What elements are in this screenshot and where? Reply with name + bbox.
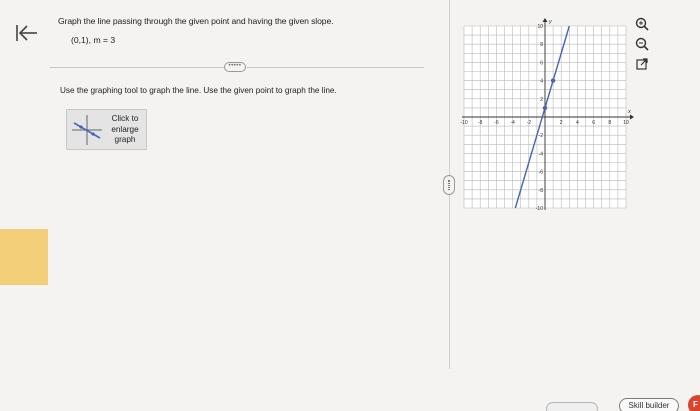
x-tick-label: -8 <box>478 120 483 126</box>
zoom-out-icon[interactable] <box>634 36 650 52</box>
status-badge[interactable]: F <box>688 395 700 411</box>
y-tick-label: 2 <box>540 97 543 103</box>
x-tick-label: 10 <box>623 120 629 126</box>
y-tick-label: -6 <box>539 170 544 176</box>
graph-toolbar <box>634 16 652 76</box>
enlarge-graph-button[interactable]: Click to enlarge graph <box>66 109 147 150</box>
panel-resize-handle[interactable] <box>443 175 455 195</box>
x-axis-label: x <box>627 109 631 115</box>
mini-graph-icon <box>72 115 102 145</box>
given-point-and-slope: (0,1), m = 3 <box>71 35 116 45</box>
x-tick-label: -2 <box>527 120 532 126</box>
x-tick-label: 2 <box>560 120 563 126</box>
back-arrow-icon[interactable] <box>14 22 40 44</box>
graph-point <box>542 105 548 111</box>
x-tick-label: 6 <box>592 120 595 126</box>
y-tick-label: -8 <box>539 188 544 194</box>
y-tick-label: 10 <box>537 24 543 30</box>
x-axis-arrow <box>630 114 634 120</box>
open-external-icon[interactable] <box>634 56 650 72</box>
instruction-text: Use the graphing tool to graph the line.… <box>60 86 337 95</box>
zoom-in-icon[interactable] <box>634 16 650 32</box>
graph-point <box>550 78 556 83</box>
question-panel: Graph the line passing through the given… <box>58 16 428 45</box>
left-highlight-bar <box>0 229 48 285</box>
section-divider: ••••• <box>50 62 424 72</box>
coordinate-graph[interactable]: x y -10 -8 -6 -4 -2 2 4 6 8 10 10 8 6 4 2 -2 -4 -6 -8 -10 <box>456 16 634 212</box>
x-tick-label: -4 <box>510 120 515 126</box>
skill-builder-button[interactable]: Skill builder <box>619 398 679 411</box>
x-tick-label: 8 <box>608 120 611 126</box>
y-tick-label: -4 <box>539 151 544 157</box>
y-tick-label: 6 <box>540 60 543 66</box>
question-prompt: Graph the line passing through the given… <box>58 16 334 26</box>
y-axis-arrow <box>542 18 548 22</box>
x-tick-label: 4 <box>576 120 579 126</box>
y-tick-label: -2 <box>539 133 544 139</box>
x-tick-label: -6 <box>494 120 499 126</box>
y-tick-label: 4 <box>540 79 543 85</box>
y-tick-label: 8 <box>540 42 543 48</box>
x-tick-label: -10 <box>460 120 467 126</box>
y-tick-label: -10 <box>536 206 543 212</box>
y-axis-label: y <box>548 19 553 25</box>
expand-dots-button[interactable]: ••••• <box>224 62 246 72</box>
bottom-nav-pill[interactable] <box>546 402 598 411</box>
enlarge-graph-label: Click to enlarge graph <box>111 114 139 144</box>
